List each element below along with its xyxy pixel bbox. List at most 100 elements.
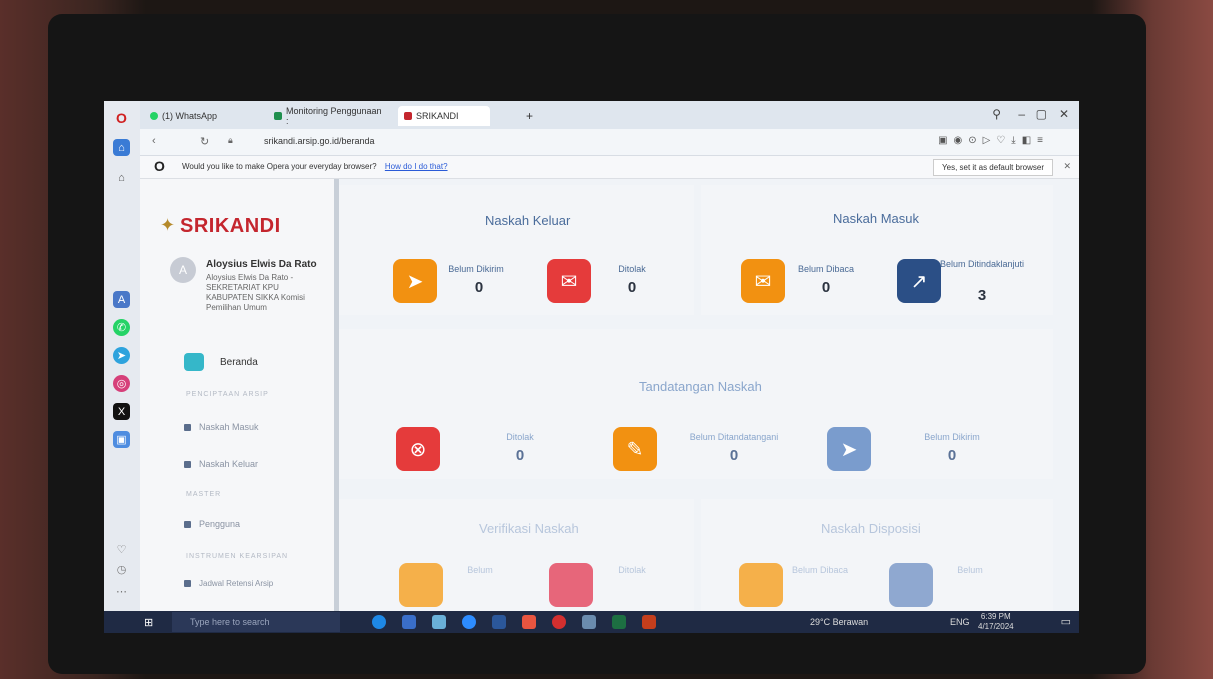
app-sidebar: ✦ SRIKANDI A Aloysius Elwis Da Rato Aloy…	[140, 179, 339, 611]
card-value: 0	[515, 447, 525, 464]
language[interactable]: ENG	[950, 617, 970, 627]
powerpoint-icon[interactable]	[642, 615, 656, 629]
card-value: 0	[821, 279, 831, 296]
send-icon[interactable]: ➤	[827, 427, 871, 471]
explorer-icon[interactable]	[582, 615, 596, 629]
panel-verifikasi: Verifikasi Naskah Belum Ditolak	[339, 499, 694, 619]
card-label: Belum Dikirim	[448, 264, 504, 274]
whatsapp-icon[interactable]: ✆	[113, 319, 130, 336]
history-icon[interactable]: ◷	[113, 561, 130, 578]
start-icon[interactable]: ⊞	[144, 616, 153, 629]
clock[interactable]: 6:39 PM 4/17/2024	[978, 612, 1014, 632]
telegram-icon[interactable]: ➤	[113, 347, 130, 364]
toolbar-icons[interactable]: ▣◉⊙▷♡⤓◧≡	[938, 135, 1049, 146]
card-label: Belum	[467, 565, 493, 575]
tab-bar: (1) WhatsApp Monitoring Penggunaan : SRI…	[140, 101, 1079, 129]
maximize-button[interactable]: ▢	[1036, 107, 1047, 121]
notification-icon[interactable]: ▭	[1061, 615, 1071, 628]
new-tab-button[interactable]: +	[520, 106, 539, 126]
back-button[interactable]: ‹	[152, 135, 156, 147]
app-icon[interactable]	[432, 615, 446, 629]
search-tabs-icon[interactable]: ⚲	[992, 107, 1001, 121]
zoom-icon[interactable]	[462, 615, 476, 629]
app-logo[interactable]: SRIKANDI	[180, 215, 281, 238]
mail-reject-icon[interactable]: ✉	[547, 259, 591, 303]
panel-naskah-masuk: Naskah Masuk ✉ Belum Dibaca 0 ↗ Belum Di…	[701, 185, 1053, 315]
more-icon[interactable]: ⋯	[113, 583, 130, 600]
panel-naskah-keluar: Naskah Keluar ➤ Belum Dikirim 0 ✉ Ditola…	[339, 185, 694, 315]
mail-unread-icon[interactable]: ✉	[741, 259, 785, 303]
heart-icon[interactable]: ♡	[113, 541, 130, 558]
prompt-text: Would you like to make Opera your everyd…	[182, 162, 377, 171]
set-default-button[interactable]: Yes, set it as default browser	[933, 159, 1053, 176]
sheet-tab-icon	[274, 112, 282, 120]
prompt-link[interactable]: How do I do that?	[385, 162, 448, 171]
card-label: Ditolak	[618, 565, 646, 575]
tab-monitoring[interactable]: Monitoring Penggunaan :	[268, 106, 392, 126]
reload-button[interactable]: ↻	[200, 135, 209, 148]
sidebar-item-naskah-keluar[interactable]: Naskah Keluar	[184, 459, 258, 469]
card-label: Ditolak	[506, 432, 534, 442]
section-penciptaan: PENCIPTAAN ARSIP	[186, 391, 269, 398]
player-icon[interactable]: ▣	[113, 431, 130, 448]
time: 6:39 PM	[980, 612, 1011, 621]
card-label: Belum Dibaca	[797, 264, 855, 274]
srikandi-tab-icon	[404, 112, 412, 120]
card-label: Belum Dibaca	[791, 565, 849, 575]
section-master: MASTER	[186, 491, 222, 498]
panel-title: Verifikasi Naskah	[479, 521, 579, 536]
photoshop-icon[interactable]	[402, 615, 416, 629]
panel-disposisi: Naskah Disposisi Belum Dibaca Belum	[701, 499, 1053, 619]
close-circle-icon[interactable]: ⊗	[396, 427, 440, 471]
tab-label: Monitoring Penggunaan :	[285, 106, 382, 126]
pen-icon[interactable]: ✎	[613, 427, 657, 471]
card-value: 0	[729, 447, 739, 464]
section-instrumen: INSTRUMEN KEARSIPAN	[186, 553, 289, 560]
panel-title: Tandatangan Naskah	[639, 379, 762, 394]
close-button[interactable]: ✕	[1059, 107, 1069, 121]
user-info: Aloysius Elwis Da Rato - SEKRETARIAT KPU…	[206, 273, 305, 312]
panel-title: Naskah Disposisi	[821, 521, 921, 536]
url-field[interactable]: srikandi.arsip.go.id/beranda	[264, 136, 375, 146]
x-icon[interactable]: X	[113, 403, 130, 420]
card-value: 0	[474, 279, 484, 296]
sidebar-item-naskah-masuk[interactable]: Naskah Masuk	[184, 422, 259, 432]
date: 4/17/2024	[978, 622, 1014, 631]
instagram-icon[interactable]: ◎	[113, 375, 130, 392]
outbox-icon	[184, 460, 191, 468]
home-nav-icon	[184, 353, 204, 371]
edge-icon[interactable]	[372, 615, 386, 629]
calendar-icon	[184, 580, 191, 587]
avatar: A	[170, 257, 196, 283]
sidebar-item-label: Naskah Keluar	[199, 459, 259, 469]
sidebar-item-label: Naskah Masuk	[199, 422, 259, 432]
minimize-button[interactable]: –	[1018, 107, 1025, 121]
address-bar: ‹ ↻ 🔒︎ srikandi.arsip.go.id/beranda ▣◉⊙▷…	[140, 129, 1079, 156]
app-icon[interactable]	[522, 615, 536, 629]
speed-dial-icon[interactable]: ⌂	[113, 139, 130, 156]
weather[interactable]: 29°C Berawan	[810, 617, 868, 627]
inbox-icon	[184, 423, 191, 431]
close-prompt-icon[interactable]: ✕	[1063, 161, 1071, 172]
user-name: Aloysius Elwis Da Rato	[206, 259, 317, 270]
tab-whatsapp[interactable]: (1) WhatsApp	[144, 106, 266, 126]
sidebar-item-jadwal[interactable]: Jadwal Retensi Arsip	[184, 579, 273, 588]
srikandi-app: ✦ SRIKANDI A Aloysius Elwis Da Rato Aloy…	[140, 179, 1079, 619]
taskbar-search[interactable]: Type here to search	[172, 612, 340, 632]
default-browser-prompt: O Would you like to make Opera your ever…	[140, 156, 1079, 179]
sidebar-item-beranda[interactable]: Beranda	[220, 357, 258, 368]
sidebar-item-pengguna[interactable]: Pengguna	[184, 519, 240, 529]
panel-title: Naskah Masuk	[833, 211, 919, 226]
tab-srikandi[interactable]: SRIKANDI	[398, 106, 490, 126]
arrow-up-right-icon[interactable]: ↗	[897, 259, 941, 303]
garuda-emblem-icon: ✦	[160, 215, 176, 235]
dashboard: Naskah Keluar ➤ Belum Dikirim 0 ✉ Ditola…	[339, 179, 1079, 619]
word-icon[interactable]	[492, 615, 506, 629]
card-label: Belum Ditandatangani	[689, 432, 779, 442]
opera-logo-icon[interactable]: O	[113, 109, 130, 126]
aria-icon[interactable]: A	[113, 291, 130, 308]
home-icon[interactable]: ⌂	[113, 169, 130, 186]
panel-title: Naskah Keluar	[485, 213, 571, 228]
opera-taskbar-icon[interactable]	[552, 615, 566, 629]
excel-icon[interactable]	[612, 615, 626, 629]
